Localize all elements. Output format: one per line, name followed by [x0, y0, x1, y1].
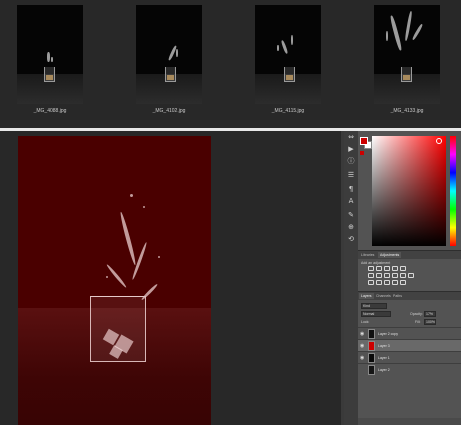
color-lookup-icon[interactable]	[408, 273, 414, 278]
app-window: _MG_4088.jpg _MG_4102.jpg _MG_4115.jpg _…	[0, 0, 461, 425]
layers-panel: Layers Channels Paths Kind Normal Opacit…	[358, 291, 461, 425]
filmstrip: _MG_4088.jpg _MG_4102.jpg _MG_4115.jpg _…	[0, 0, 461, 128]
visibility-eye-icon[interactable]: ◉	[360, 343, 366, 349]
layer-filter-select[interactable]: Kind	[361, 303, 387, 309]
layer-name: Layer 1	[378, 356, 390, 360]
layers-panel-buttons	[358, 418, 461, 425]
layer-thumbnail	[368, 341, 375, 351]
layer-thumbnail	[368, 329, 375, 339]
play-icon[interactable]: ▶	[346, 145, 356, 154]
thumbnail-2-label: _MG_4102.jpg	[152, 108, 186, 114]
right-panels: Libraries Adjustments Add an adjustment	[358, 131, 461, 425]
layer-row[interactable]: ◉ Layer 2 copy	[358, 327, 461, 339]
tab-layers[interactable]: Layers	[359, 293, 374, 299]
layer-row-selected[interactable]: ◉ Layer 3	[358, 339, 461, 351]
panel-icon-column: ⇔ ▶ ⓘ ☰ ¶ A ✎ ⊕ ⟲	[344, 131, 358, 425]
history-icon[interactable]: ⟲	[346, 235, 356, 244]
vibrance-icon[interactable]	[400, 266, 406, 271]
gamut-warning-icon	[360, 151, 364, 155]
color-panel	[358, 131, 461, 249]
levels-icon[interactable]	[376, 266, 382, 271]
glass-image	[90, 296, 146, 362]
black-white-icon[interactable]	[384, 273, 390, 278]
adjustments-title: Add an adjustment	[361, 261, 391, 265]
blend-mode-select[interactable]: Normal	[361, 311, 391, 317]
color-picker-field[interactable]	[372, 136, 446, 246]
layer-name: Layer 3	[378, 344, 390, 348]
layer-row[interactable]: Layer 2	[358, 363, 461, 375]
color-balance-icon[interactable]	[376, 273, 382, 278]
exposure-icon[interactable]	[392, 266, 398, 271]
foreground-color-swatch[interactable]	[360, 137, 368, 145]
thumbnail-1[interactable]	[17, 5, 83, 104]
tab-libraries[interactable]: Libraries	[359, 252, 376, 258]
visibility-eye-icon[interactable]: ◉	[360, 355, 366, 361]
thumbnail-4[interactable]	[374, 5, 440, 104]
adjustments-panel: Libraries Adjustments Add an adjustment	[358, 250, 461, 290]
opacity-input[interactable]: 17%	[424, 311, 436, 317]
fill-input[interactable]: 100%	[424, 319, 436, 325]
clone-source-icon[interactable]: ⊕	[346, 223, 356, 232]
selective-color-icon[interactable]	[400, 280, 406, 285]
thumbnail-3[interactable]	[255, 5, 321, 104]
lock-label: Lock:	[361, 320, 370, 324]
image-canvas[interactable]	[18, 136, 211, 425]
invert-icon[interactable]	[368, 280, 374, 285]
move-icon[interactable]: ⇔	[346, 133, 356, 142]
gradient-map-icon[interactable]	[392, 280, 398, 285]
thumbnail-1-label: _MG_4088.jpg	[33, 108, 67, 114]
thumbnail-2[interactable]	[136, 5, 202, 104]
info-icon[interactable]: ⓘ	[346, 157, 356, 166]
opacity-label: Opacity:	[410, 312, 423, 316]
tab-channels[interactable]: Channels	[374, 293, 393, 299]
hue-slider[interactable]	[450, 136, 456, 246]
picker-ring[interactable]	[436, 138, 442, 144]
thumbnail-3-label: _MG_4115.jpg	[271, 108, 305, 114]
layer-name: Layer 2 copy	[378, 332, 399, 336]
adjustment-icons	[368, 266, 428, 287]
thumbnail-4-label: _MG_4133.jpg	[390, 108, 424, 114]
layer-name: Layer 2	[378, 368, 390, 372]
fill-label: Fill:	[415, 320, 421, 324]
paragraph-icon[interactable]: ¶	[346, 185, 356, 194]
photo-filter-icon[interactable]	[392, 273, 398, 278]
properties-icon[interactable]: ☰	[346, 171, 356, 180]
brush-icon[interactable]: ✎	[346, 211, 356, 220]
brightness-icon[interactable]	[368, 266, 374, 271]
layer-thumbnail	[368, 365, 375, 375]
tab-paths[interactable]: Paths	[391, 293, 404, 299]
channel-mixer-icon[interactable]	[400, 273, 406, 278]
document-workspace	[0, 131, 341, 425]
layer-thumbnail	[368, 353, 375, 363]
posterize-icon[interactable]	[376, 280, 382, 285]
curves-icon[interactable]	[384, 266, 390, 271]
visibility-eye-icon[interactable]: ◉	[360, 331, 366, 337]
threshold-icon[interactable]	[384, 280, 390, 285]
hue-saturation-icon[interactable]	[368, 273, 374, 278]
character-icon[interactable]: A	[346, 197, 356, 206]
layer-row[interactable]: ◉ Layer 1	[358, 351, 461, 363]
tab-adjustments[interactable]: Adjustments	[378, 252, 402, 258]
